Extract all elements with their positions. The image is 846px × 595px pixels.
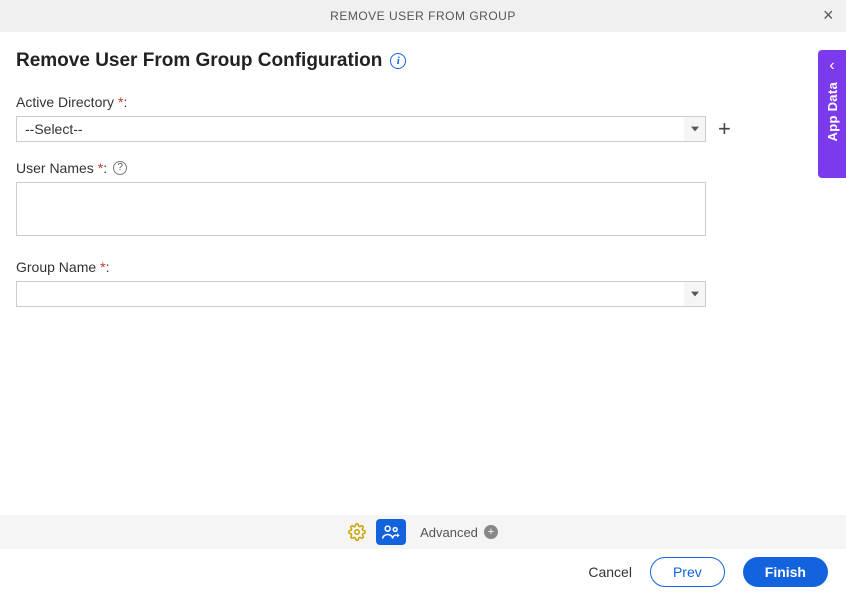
colon: : xyxy=(103,160,107,176)
finish-button[interactable]: Finish xyxy=(743,557,828,587)
active-directory-label-row: Active Directory *: xyxy=(16,94,830,110)
active-directory-select[interactable] xyxy=(16,116,706,142)
dialog-header: REMOVE USER FROM GROUP × xyxy=(0,0,846,32)
help-icon[interactable]: ? xyxy=(113,161,127,175)
close-icon[interactable]: × xyxy=(823,6,834,24)
dialog-title: REMOVE USER FROM GROUP xyxy=(330,9,516,23)
app-data-label: App Data xyxy=(825,82,840,141)
field-active-directory: Active Directory *: + xyxy=(16,94,830,142)
group-name-label: Group Name xyxy=(16,259,96,275)
chevron-down-icon[interactable] xyxy=(684,116,706,142)
chevron-left-icon: ‹ xyxy=(829,58,834,74)
cancel-button[interactable]: Cancel xyxy=(588,564,632,580)
add-directory-button[interactable]: + xyxy=(718,118,731,140)
user-names-input[interactable] xyxy=(16,182,706,236)
dialog-footer: Cancel Prev Finish xyxy=(0,549,846,595)
info-icon[interactable]: i xyxy=(390,53,406,69)
field-group-name: Group Name *: xyxy=(16,259,830,307)
advanced-label: Advanced xyxy=(420,525,478,540)
page-title: Remove User From Group Configuration xyxy=(16,50,382,72)
dialog-content: Remove User From Group Configuration i A… xyxy=(0,32,846,307)
plus-circle-icon: + xyxy=(484,525,498,539)
active-directory-label: Active Directory xyxy=(16,94,114,110)
field-user-names: User Names *: ? xyxy=(16,160,830,241)
app-data-tab[interactable]: ‹ App Data xyxy=(818,50,846,178)
user-names-label: User Names xyxy=(16,160,94,176)
prev-button[interactable]: Prev xyxy=(650,557,725,587)
group-name-label-row: Group Name *: xyxy=(16,259,830,275)
gear-icon[interactable] xyxy=(348,523,366,541)
advanced-toggle[interactable]: Advanced + xyxy=(420,525,498,540)
active-directory-input[interactable] xyxy=(16,116,706,142)
bottom-bar: Advanced + xyxy=(0,515,846,549)
colon: : xyxy=(123,94,127,110)
group-name-input[interactable] xyxy=(16,281,706,307)
user-names-label-row: User Names *: ? xyxy=(16,160,830,176)
users-icon[interactable] xyxy=(376,519,406,545)
page-title-row: Remove User From Group Configuration i xyxy=(16,50,830,72)
group-name-select[interactable] xyxy=(16,281,706,307)
colon: : xyxy=(106,259,110,275)
active-directory-select-row: + xyxy=(16,116,830,142)
group-name-select-row xyxy=(16,281,830,307)
chevron-down-icon[interactable] xyxy=(684,281,706,307)
